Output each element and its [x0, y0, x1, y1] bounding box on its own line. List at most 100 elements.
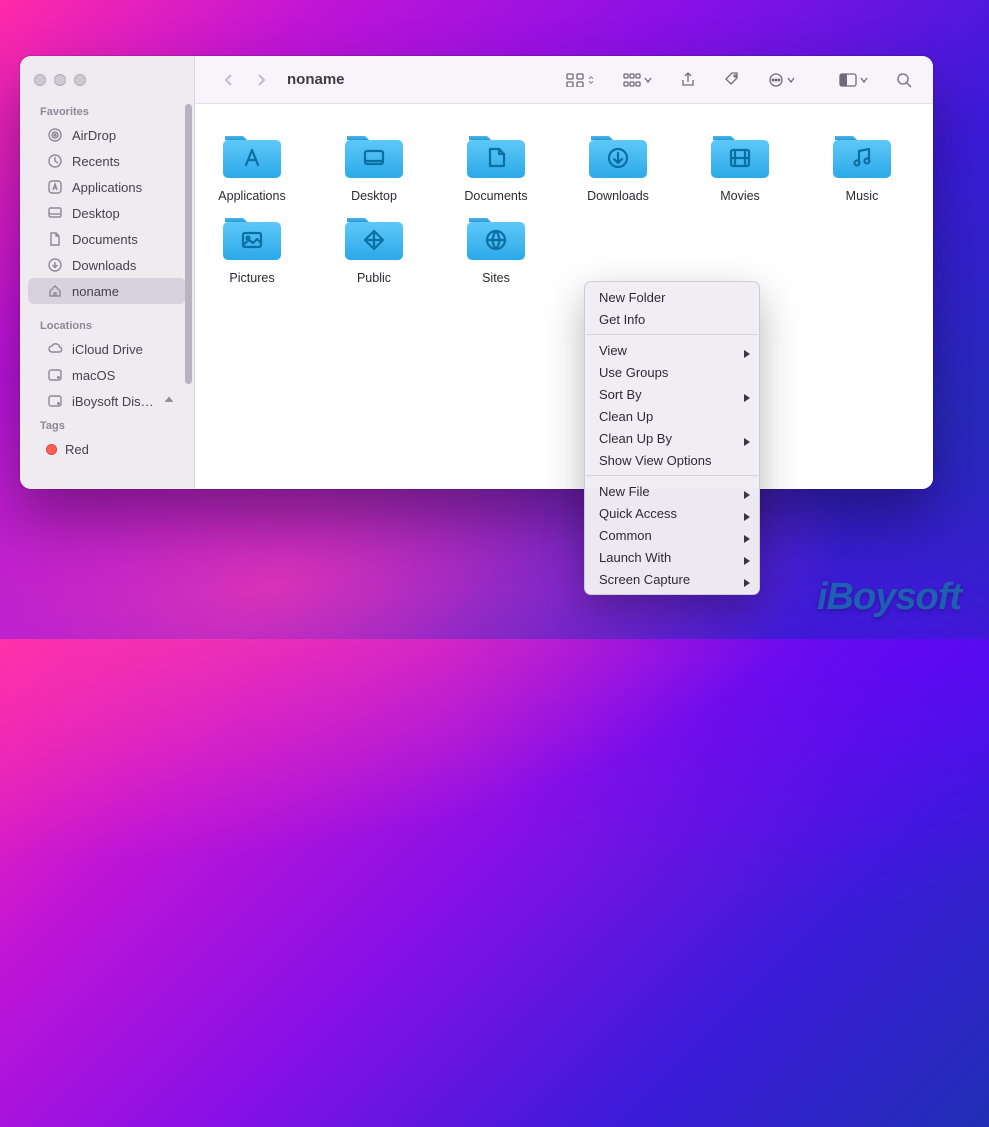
group-by-button[interactable] [618, 66, 657, 94]
folder-label: Documents [464, 188, 527, 204]
submenu-chevron-icon [744, 390, 750, 398]
folder-icon [341, 210, 407, 264]
sidebar-item-label: Red [65, 442, 89, 457]
menu-item-new-file[interactable]: New File [585, 480, 759, 502]
folder-label: Desktop [351, 188, 397, 204]
folder-label: Public [357, 270, 391, 286]
context-menu: New Folder Get Info View Use Groups Sort By C… [584, 281, 760, 595]
sidebar-heading-favorites: Favorites [20, 100, 194, 122]
sidebar-item-documents[interactable]: Documents [28, 226, 186, 252]
menu-item-label: View [599, 343, 627, 358]
nav-forward-button[interactable] [247, 66, 275, 94]
submenu-chevron-icon [744, 509, 750, 517]
preview-pane-button[interactable] [834, 66, 873, 94]
sidebar-item-red[interactable]: Red [28, 436, 186, 462]
menu-item-clean-up[interactable]: Clean Up [585, 405, 759, 427]
sidebar-item-recents[interactable]: Recents [28, 148, 186, 174]
sidebar-item-iboysoft-dis-[interactable]: iBoysoft Dis… [28, 388, 186, 414]
folder-sites[interactable]: Sites [449, 210, 543, 286]
menu-item-label: Launch With [599, 550, 671, 565]
sidebar-item-label: iCloud Drive [72, 342, 143, 357]
folder-icon [585, 128, 651, 182]
folder-label: Sites [482, 270, 510, 286]
sidebar-item-noname[interactable]: noname [28, 278, 186, 304]
home-icon [46, 283, 64, 299]
nav-back-button[interactable] [215, 66, 243, 94]
submenu-chevron-icon [744, 531, 750, 539]
menu-separator [586, 475, 758, 476]
menu-item-get-info[interactable]: Get Info [585, 308, 759, 330]
main-pane: noname [195, 56, 933, 489]
icon-grid[interactable]: Applications Desktop Documents Downloads Mov… [195, 104, 933, 489]
sidebar-item-airdrop[interactable]: AirDrop [28, 122, 186, 148]
actions-button[interactable] [763, 66, 800, 94]
folder-public[interactable]: Public [327, 210, 421, 286]
submenu-chevron-icon [744, 434, 750, 442]
menu-item-quick-access[interactable]: Quick Access [585, 502, 759, 524]
menu-item-label: Show View Options [599, 453, 712, 468]
sidebar-item-downloads[interactable]: Downloads [28, 252, 186, 278]
sidebar: Favorites AirDrop Recents Applications Desk… [20, 56, 195, 489]
menu-item-label: Clean Up [599, 409, 653, 424]
folder-desktop[interactable]: Desktop [327, 128, 421, 204]
sidebar-heading-locations: Locations [20, 314, 194, 336]
disk-icon [46, 393, 64, 409]
folder-music[interactable]: Music [815, 128, 909, 204]
sidebar-scrollbar[interactable] [185, 104, 192, 384]
menu-item-show-view-options[interactable]: Show View Options [585, 449, 759, 471]
menu-item-common[interactable]: Common [585, 524, 759, 546]
sidebar-item-desktop[interactable]: Desktop [28, 200, 186, 226]
menu-item-label: Sort By [599, 387, 642, 402]
menu-item-launch-with[interactable]: Launch With [585, 546, 759, 568]
minimize-window-button[interactable] [54, 74, 66, 86]
menu-item-label: Clean Up By [599, 431, 672, 446]
folder-icon [829, 128, 895, 182]
close-window-button[interactable] [34, 74, 46, 86]
clock-icon [46, 153, 64, 169]
share-button[interactable] [675, 66, 701, 94]
menu-item-view[interactable]: View [585, 339, 759, 361]
desktop-icon [46, 205, 64, 221]
menu-item-new-folder[interactable]: New Folder [585, 286, 759, 308]
document-icon [46, 231, 64, 247]
menu-item-label: Use Groups [599, 365, 668, 380]
folder-applications[interactable]: Applications [205, 128, 299, 204]
sidebar-scroll: Favorites AirDrop Recents Applications Desk… [20, 100, 194, 489]
airdrop-icon [46, 127, 64, 143]
sidebar-item-macos[interactable]: macOS [28, 362, 186, 388]
menu-item-label: New File [599, 484, 650, 499]
folder-downloads[interactable]: Downloads [571, 128, 665, 204]
folder-documents[interactable]: Documents [449, 128, 543, 204]
menu-item-sort-by[interactable]: Sort By [585, 383, 759, 405]
folder-label: Downloads [587, 188, 649, 204]
folder-icon [219, 210, 285, 264]
sidebar-item-icloud-drive[interactable]: iCloud Drive [28, 336, 186, 362]
download-icon [46, 257, 64, 273]
search-button[interactable] [891, 66, 917, 94]
tag-dot-icon [46, 444, 57, 455]
finder-window: Favorites AirDrop Recents Applications Desk… [20, 56, 933, 489]
submenu-chevron-icon [744, 346, 750, 354]
folder-icon [707, 128, 773, 182]
sidebar-item-applications[interactable]: Applications [28, 174, 186, 200]
menu-item-screen-capture[interactable]: Screen Capture [585, 568, 759, 590]
folder-icon [341, 128, 407, 182]
folder-movies[interactable]: Movies [693, 128, 787, 204]
menu-separator [586, 334, 758, 335]
zoom-window-button[interactable] [74, 74, 86, 86]
toolbar: noname [195, 56, 933, 104]
menu-item-clean-up-by[interactable]: Clean Up By [585, 427, 759, 449]
menu-item-use-groups[interactable]: Use Groups [585, 361, 759, 383]
sidebar-item-label: Recents [72, 154, 120, 169]
folder-label: Movies [720, 188, 760, 204]
folder-pictures[interactable]: Pictures [205, 210, 299, 286]
submenu-chevron-icon [744, 553, 750, 561]
view-icon-mode-button[interactable] [561, 66, 600, 94]
folder-label: Music [846, 188, 879, 204]
eject-icon[interactable] [162, 393, 176, 409]
sidebar-item-label: Documents [72, 232, 138, 247]
menu-item-label: New Folder [599, 290, 665, 305]
sidebar-item-label: Applications [72, 180, 142, 195]
menu-item-label: Screen Capture [599, 572, 690, 587]
tags-button[interactable] [719, 66, 745, 94]
